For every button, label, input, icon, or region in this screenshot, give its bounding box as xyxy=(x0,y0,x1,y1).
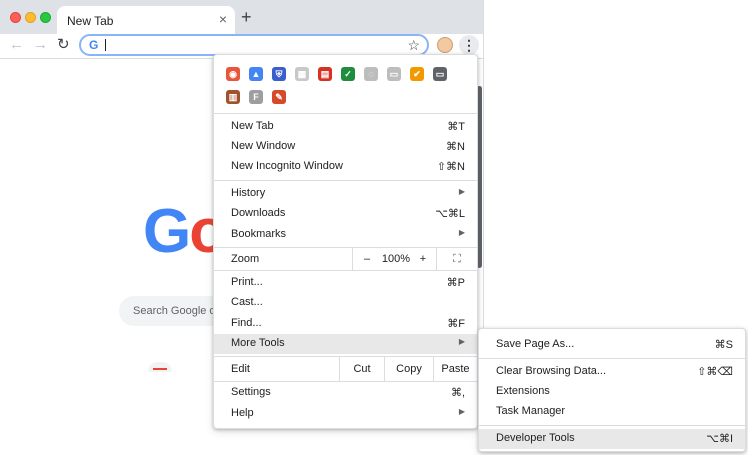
divider xyxy=(479,358,745,359)
close-window-button[interactable] xyxy=(10,12,21,23)
divider xyxy=(214,113,477,114)
forward-icon[interactable]: → xyxy=(33,36,48,54)
ext-6-icon[interactable]: ✓ xyxy=(341,67,355,81)
more-tools-submenu: Save Page As... ⌘S Clear Browsing Data...… xyxy=(478,328,746,452)
cut-button[interactable]: Cut xyxy=(340,357,384,381)
bookmark-star-icon[interactable]: ☆ xyxy=(407,37,420,54)
menu-item-incognito[interactable]: New Incognito Window ⇧⌘N xyxy=(214,157,477,177)
close-tab-icon[interactable]: × xyxy=(219,11,227,27)
zoom-out-button[interactable]: – xyxy=(354,248,380,270)
edit-row: Edit Cut Copy Paste xyxy=(214,357,477,381)
menu-item-history[interactable]: History ▶ xyxy=(214,184,477,204)
ext-7-icon[interactable]: ◌ xyxy=(364,67,378,81)
zoom-value: 100% xyxy=(381,253,411,265)
menu-item-extensions[interactable]: Extensions xyxy=(479,382,745,402)
menu-item-save-page[interactable]: Save Page As... ⌘S xyxy=(479,335,745,355)
divider xyxy=(479,425,745,426)
minimize-window-button[interactable] xyxy=(25,12,36,23)
chevron-right-icon: ▶ xyxy=(458,337,465,346)
menu-item-downloads[interactable]: Downloads ⌥⌘L xyxy=(214,204,477,224)
menu-item-more-tools[interactable]: More Tools ▶ xyxy=(214,334,477,354)
menu-item-help[interactable]: Help ▶ xyxy=(214,404,477,424)
shortcut-tile[interactable] xyxy=(148,362,172,372)
menu-item-clear-data[interactable]: Clear Browsing Data... ⇧⌘⌫ xyxy=(479,362,745,382)
menu-item-settings[interactable]: Settings ⌘, xyxy=(214,383,477,403)
new-tab-button[interactable]: + xyxy=(241,8,252,26)
menu-item-bookmarks[interactable]: Bookmarks ▶ xyxy=(214,225,477,245)
tab-new-tab[interactable]: New Tab × xyxy=(57,6,235,34)
menu-item-print[interactable]: Print... ⌘P xyxy=(214,273,477,293)
menu-item-task-manager[interactable]: Task Manager xyxy=(479,402,745,422)
reload-icon[interactable]: ↻ xyxy=(57,36,70,54)
tab-title: New Tab xyxy=(67,14,114,28)
ext-5-icon[interactable]: ▤ xyxy=(318,67,332,81)
ext-13-icon[interactable]: ✎ xyxy=(272,90,286,104)
chrome-menu: ◉ ▲ ⛨ ▦ ▤ ✓ ◌ ▭ ✔ ▭ ▥ F ✎ New Tab ⌘T New Window ⌘N Ne… xyxy=(213,54,478,429)
divider xyxy=(214,381,477,382)
menu-item-new-window[interactable]: New Window ⌘N xyxy=(214,137,477,157)
menu-kebab-icon[interactable]: ⋮ xyxy=(459,35,479,55)
zoom-row: Zoom – 100% + ⛶ xyxy=(214,248,477,270)
chevron-right-icon: ▶ xyxy=(458,407,465,416)
ext-9-icon[interactable]: ✔ xyxy=(410,67,424,81)
menu-item-new-tab[interactable]: New Tab ⌘T xyxy=(214,117,477,137)
search-placeholder: Search Google or xyxy=(133,305,220,317)
edit-label: Edit xyxy=(231,363,250,375)
menu-item-cast[interactable]: Cast... xyxy=(214,293,477,313)
google-icon: G xyxy=(89,38,99,52)
divider xyxy=(214,270,477,271)
menu-item-find[interactable]: Find... ⌘F xyxy=(214,314,477,334)
ext-10-icon[interactable]: ▭ xyxy=(433,67,447,81)
ext-4-icon[interactable]: ▦ xyxy=(295,67,309,81)
maximize-window-button[interactable] xyxy=(40,12,51,23)
tab-strip: New Tab × + xyxy=(0,0,483,34)
chevron-right-icon: ▶ xyxy=(458,228,465,237)
text-caret xyxy=(105,39,106,51)
fullscreen-icon[interactable]: ⛶ xyxy=(438,248,476,270)
zoom-label: Zoom xyxy=(231,253,260,265)
ext-12-icon[interactable]: F xyxy=(249,90,263,104)
zoom-in-button[interactable]: + xyxy=(412,248,434,270)
profile-avatar[interactable] xyxy=(437,37,453,53)
copy-button[interactable]: Copy xyxy=(385,357,433,381)
ext-11-icon[interactable]: ▥ xyxy=(226,90,240,104)
address-bar[interactable]: G ☆ xyxy=(79,34,429,56)
paste-button[interactable]: Paste xyxy=(434,357,477,381)
ext-1-icon[interactable]: ◉ xyxy=(226,67,240,81)
menu-item-developer-tools[interactable]: Developer Tools ⌥⌘I xyxy=(479,429,745,449)
ext-8-icon[interactable]: ▭ xyxy=(387,67,401,81)
ext-2-icon[interactable]: ▲ xyxy=(249,67,263,81)
ext-3-icon[interactable]: ⛨ xyxy=(272,67,286,81)
divider xyxy=(214,180,477,181)
back-icon[interactable]: ← xyxy=(9,36,24,54)
chevron-right-icon: ▶ xyxy=(458,187,465,196)
